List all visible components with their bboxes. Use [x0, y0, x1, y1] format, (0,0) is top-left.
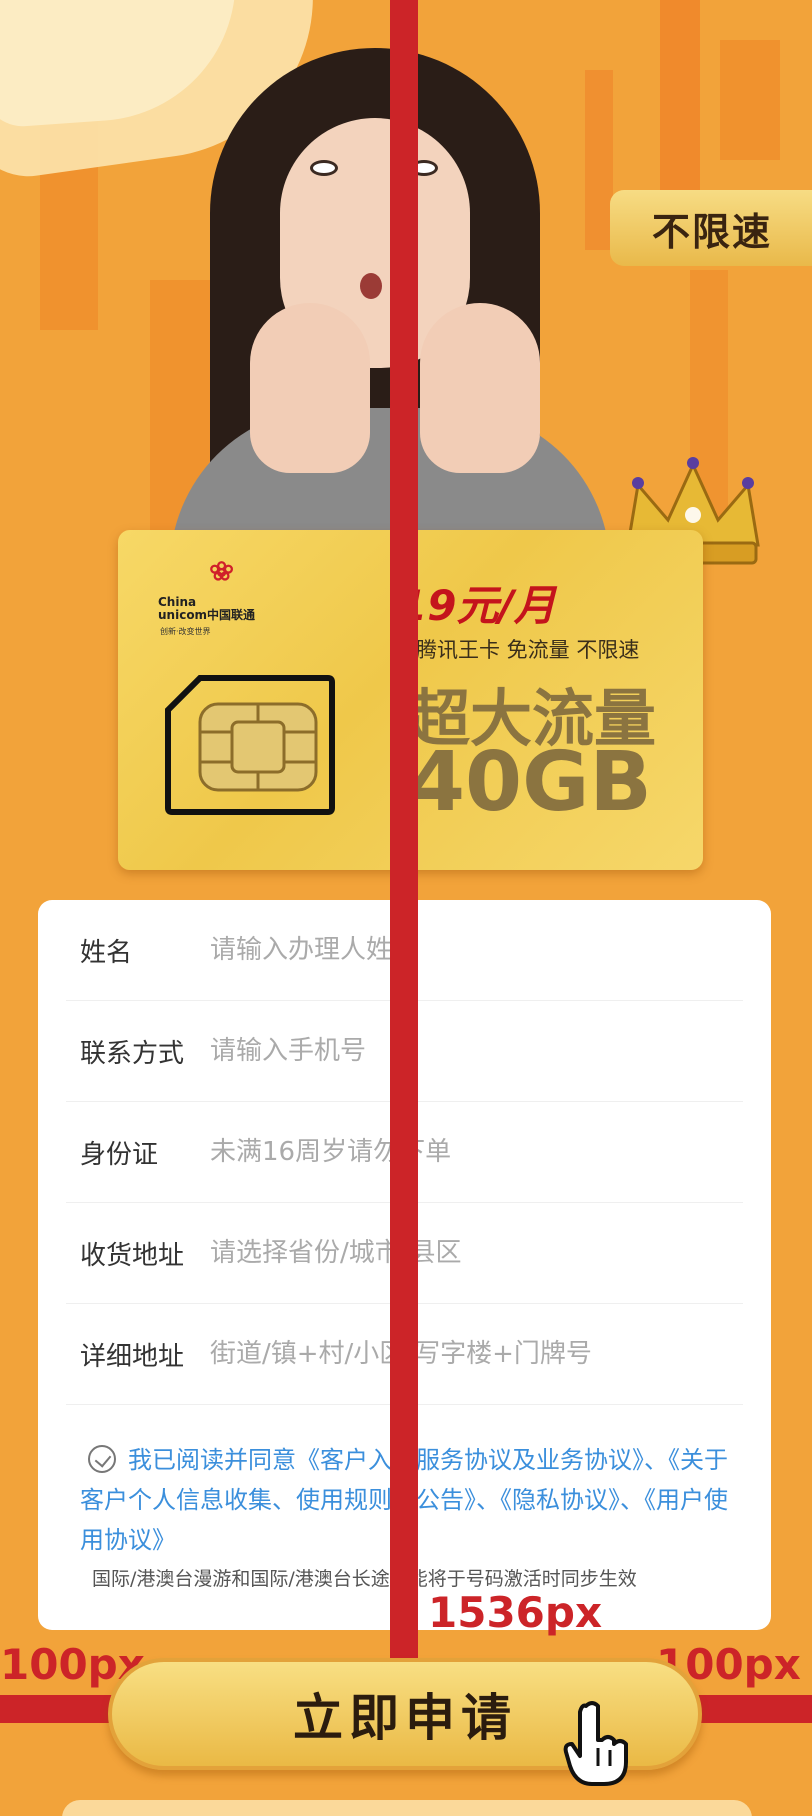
price-label: 19元/月	[398, 581, 556, 630]
brand-name-en: China unicom中国联通	[158, 595, 256, 622]
height-measure-label: 1536px	[428, 1588, 603, 1637]
agree-checkbox[interactable]	[88, 1445, 116, 1473]
id-card-input[interactable]	[210, 1137, 743, 1167]
brand-slogan: 创新·改变世界	[160, 627, 211, 636]
next-section-edge	[62, 1800, 752, 1816]
unicom-logo-icon	[210, 561, 233, 581]
field-label: 详细地址	[80, 1341, 185, 1372]
left-margin-bar	[0, 1695, 112, 1723]
field-label: 姓名	[80, 937, 133, 968]
plan-subtitle: 腾讯王卡 免流量 不限速	[416, 638, 640, 662]
phone-input[interactable]	[210, 1036, 743, 1066]
speed-badge: 不限速	[610, 190, 812, 266]
pointer-hand-icon	[563, 1701, 628, 1786]
height-measure-line	[390, 0, 418, 1662]
right-margin-bar	[698, 1695, 812, 1723]
region-select[interactable]	[210, 1238, 743, 1268]
field-label: 联系方式	[80, 1038, 185, 1069]
data-amount: 40GB	[408, 735, 652, 830]
field-label: 收货地址	[80, 1240, 185, 1271]
roaming-note: 国际/港澳台漫游和国际/港澳台长途功能将于号码激活时同步生效	[92, 1568, 637, 1590]
address-input[interactable]	[210, 1339, 743, 1369]
name-input[interactable]	[210, 935, 743, 965]
field-label: 身份证	[80, 1139, 159, 1170]
sim-chip-icon	[165, 675, 335, 815]
